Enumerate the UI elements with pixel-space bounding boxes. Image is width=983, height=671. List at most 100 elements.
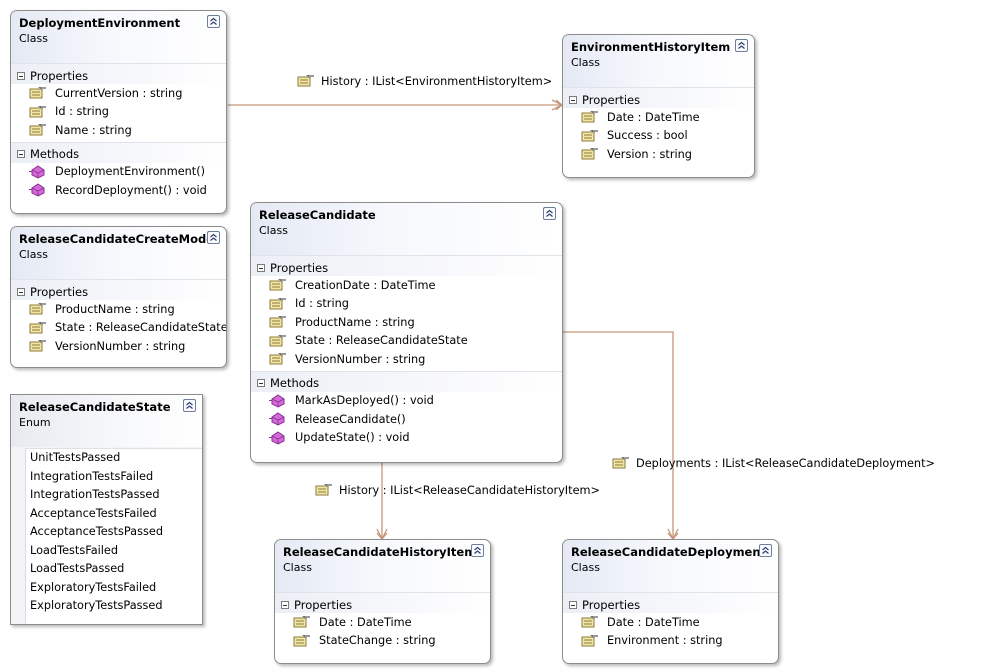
class-shape-release-candidate-history-item[interactable]: ReleaseCandidateHistoryItem Class Proper… [274, 539, 491, 664]
class-shape-release-candidate-deployment[interactable]: ReleaseCandidateDeployment Class Propert… [562, 539, 779, 664]
property-member[interactable]: StateChange : string [275, 632, 490, 651]
properties-compartment-toggle[interactable]: Properties [275, 592, 490, 613]
property-list: Date : DateTime Success : bool Version : s… [563, 108, 754, 164]
property-icon [581, 147, 599, 161]
collapse-chevron-icon[interactable] [735, 39, 748, 52]
property-member[interactable]: Name : string [11, 121, 226, 140]
property-icon [269, 315, 287, 329]
property-member[interactable]: Id : string [11, 103, 226, 122]
method-signature: ReleaseCandidate() [295, 412, 406, 426]
method-member[interactable]: RecordDeployment() : void [11, 181, 226, 200]
property-member[interactable]: Success : bool [563, 127, 754, 146]
property-member[interactable]: VersionNumber : string [251, 350, 562, 369]
class-header: ReleaseCandidateHistoryItem Class [275, 540, 490, 592]
collapse-minus-icon[interactable] [569, 600, 577, 609]
enum-value[interactable]: IntegrationTestsFailed [26, 468, 202, 487]
compartment-label: Properties [294, 597, 353, 612]
properties-compartment-toggle[interactable]: Properties [563, 592, 778, 613]
class-header: ReleaseCandidateCreateModel Class [11, 227, 226, 279]
property-signature: StateChange : string [319, 634, 436, 648]
collapse-minus-icon[interactable] [17, 71, 25, 80]
collapse-minus-icon[interactable] [257, 263, 265, 272]
property-signature: Date : DateTime [607, 110, 700, 124]
method-member[interactable]: ReleaseCandidate() [251, 410, 562, 429]
property-signature: ProductName : string [55, 302, 175, 316]
association-property-icon [315, 483, 333, 497]
methods-compartment-toggle[interactable]: Methods [251, 370, 562, 392]
enum-value[interactable]: LoadTestsPassed [26, 560, 202, 579]
collapse-minus-icon[interactable] [17, 287, 25, 296]
property-member[interactable]: CreationDate : DateTime [251, 276, 562, 295]
class-shape-release-candidate[interactable]: ReleaseCandidate Class Properties Creati… [250, 202, 563, 463]
property-signature: Name : string [55, 123, 132, 137]
association-label-environment-history[interactable]: History : IList<EnvironmentHistoryItem> [297, 74, 552, 88]
property-member[interactable]: Date : DateTime [563, 108, 754, 127]
property-member[interactable]: CurrentVersion : string [11, 84, 226, 103]
property-member[interactable]: State : ReleaseCandidateState [11, 319, 226, 338]
properties-compartment-toggle[interactable]: Properties [251, 255, 562, 276]
class-shape-deployment-environment[interactable]: DeploymentEnvironment Class Properties C… [10, 10, 227, 214]
class-shape-environment-history-item[interactable]: EnvironmentHistoryItem Class Properties … [562, 34, 755, 178]
compartment-label: Properties [270, 260, 329, 275]
method-member[interactable]: MarkAsDeployed() : void [251, 392, 562, 411]
property-member[interactable]: State : ReleaseCandidateState [251, 332, 562, 351]
property-icon [269, 278, 287, 292]
property-member[interactable]: Id : string [251, 295, 562, 314]
property-member[interactable]: Version : string [563, 145, 754, 164]
property-member[interactable]: Environment : string [563, 632, 778, 651]
collapse-minus-icon[interactable] [257, 379, 265, 387]
collapse-chevron-icon[interactable] [759, 544, 772, 557]
association-label-candidate-history[interactable]: History : IList<ReleaseCandidateHistoryI… [315, 483, 600, 497]
association-label-text: Deployments : IList<ReleaseCandidateDepl… [636, 456, 935, 470]
property-signature: CurrentVersion : string [55, 86, 183, 100]
enum-value[interactable]: ExploratoryTestsFailed [26, 579, 202, 598]
property-signature: State : ReleaseCandidateState [55, 321, 227, 335]
enum-value[interactable]: AcceptanceTestsPassed [26, 523, 202, 542]
methods-compartment-toggle[interactable]: Methods [11, 141, 226, 163]
collapse-minus-icon[interactable] [17, 150, 25, 158]
properties-compartment-toggle[interactable]: Properties [11, 63, 226, 84]
class-kind: Class [259, 224, 288, 237]
collapse-chevron-icon[interactable] [471, 544, 484, 557]
method-member[interactable]: DeploymentEnvironment() [11, 163, 226, 182]
property-signature: Id : string [295, 297, 349, 311]
collapse-chevron-icon[interactable] [207, 15, 220, 28]
property-signature: Version : string [607, 147, 692, 161]
method-member[interactable]: UpdateState() : void [251, 429, 562, 448]
enum-value[interactable]: IntegrationTestsPassed [26, 486, 202, 505]
property-icon [29, 321, 47, 335]
class-shape-release-candidate-create-model[interactable]: ReleaseCandidateCreateModel Class Proper… [10, 226, 227, 368]
class-header: ReleaseCandidateDeployment Class [563, 540, 778, 592]
property-icon [581, 110, 599, 124]
property-signature: Id : string [55, 105, 109, 119]
class-kind: Class [571, 56, 600, 69]
enum-value[interactable]: LoadTestsFailed [26, 542, 202, 561]
property-member[interactable]: ProductName : string [251, 313, 562, 332]
candidate-deployments-connector[interactable] [563, 331, 673, 539]
compartment-label: Properties [30, 284, 89, 299]
compartment-label: Methods [30, 147, 80, 161]
association-label-text: History : IList<EnvironmentHistoryItem> [321, 74, 553, 88]
property-signature: Success : bool [607, 129, 688, 143]
property-member[interactable]: VersionNumber : string [11, 337, 226, 356]
association-label-candidate-deployments[interactable]: Deployments : IList<ReleaseCandidateDepl… [612, 456, 935, 470]
properties-compartment-toggle[interactable]: Properties [563, 87, 754, 108]
collapse-minus-icon[interactable] [281, 600, 289, 609]
collapse-minus-icon[interactable] [569, 95, 577, 104]
property-member[interactable]: Date : DateTime [563, 613, 778, 632]
collapse-chevron-icon[interactable] [207, 231, 220, 244]
property-icon [29, 123, 47, 137]
enum-value[interactable]: AcceptanceTestsFailed [26, 505, 202, 524]
properties-compartment-toggle[interactable]: Properties [11, 279, 226, 300]
method-signature: DeploymentEnvironment() [55, 165, 206, 179]
collapse-chevron-icon[interactable] [543, 207, 556, 220]
property-member[interactable]: ProductName : string [11, 300, 226, 319]
property-icon [269, 297, 287, 311]
enum-value[interactable]: UnitTestsPassed [26, 449, 202, 468]
enum-value[interactable]: ExploratoryTestsPassed [26, 597, 202, 616]
property-member[interactable]: Date : DateTime [275, 613, 490, 632]
property-icon [269, 334, 287, 348]
method-signature: RecordDeployment() : void [55, 183, 207, 197]
collapse-chevron-icon[interactable] [183, 399, 196, 412]
enum-shape-release-candidate-state[interactable]: ReleaseCandidateState Enum UnitTestsPass… [10, 394, 203, 625]
